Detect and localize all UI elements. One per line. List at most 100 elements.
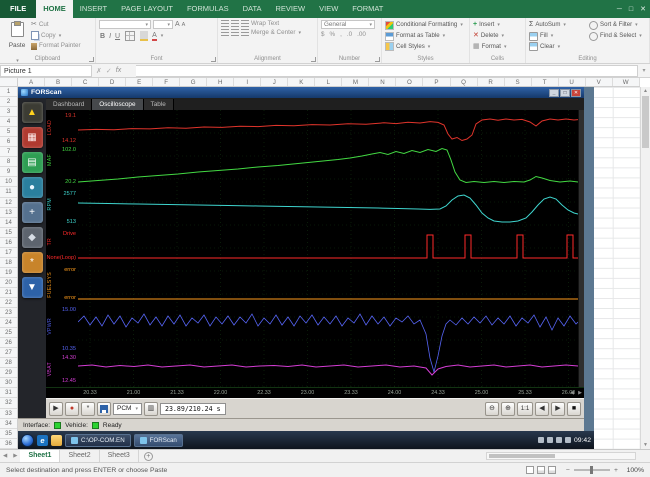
ribbon-tab-formulas[interactable]: FORMULAS — [180, 0, 236, 18]
ribbon-tab-home[interactable]: HOME — [36, 0, 73, 18]
percent-format-button[interactable]: % — [330, 31, 336, 38]
autosum-button[interactable]: ΣAutoSum▾ — [529, 20, 585, 31]
sidebar-service-icon[interactable]: + — [22, 202, 43, 223]
column-header-I[interactable]: I — [234, 78, 261, 86]
cut-button[interactable]: ✂Cut — [31, 20, 81, 31]
row-header-14[interactable]: 14 — [0, 218, 17, 228]
internet-explorer-icon[interactable]: e — [37, 435, 48, 446]
column-header-G[interactable]: G — [180, 78, 207, 86]
alignment-dialog-launcher[interactable] — [311, 57, 316, 62]
font-color-button[interactable]: A — [152, 32, 157, 41]
row-header-13[interactable]: 13 — [0, 208, 17, 218]
decrease-decimal-button[interactable]: .00 — [357, 31, 366, 38]
row-header-9[interactable]: 9 — [0, 167, 17, 177]
row-header-15[interactable]: 15 — [0, 228, 17, 238]
vertical-scrollbar[interactable]: ▲ ▼ — [640, 87, 650, 449]
forscan-minimize-button[interactable]: _ — [549, 89, 559, 97]
column-header-T[interactable]: T — [532, 78, 559, 86]
ribbon-tab-file[interactable]: FILE — [0, 0, 36, 18]
sidebar-connection-icon[interactable]: ▦ — [22, 127, 43, 148]
column-header-H[interactable]: H — [207, 78, 234, 86]
marker-button[interactable]: ▥ — [144, 402, 158, 416]
vertical-scrollbar-thumb[interactable] — [642, 96, 649, 148]
row-header-28[interactable]: 28 — [0, 358, 17, 368]
sheet-tab-sheet3[interactable]: Sheet3 — [100, 450, 139, 462]
sidebar-update-icon[interactable]: ▼ — [22, 277, 43, 298]
row-header-25[interactable]: 25 — [0, 328, 17, 338]
play-button[interactable]: ▶ — [49, 402, 63, 416]
sheet-tab-sheet1[interactable]: Sheet1 — [20, 450, 60, 462]
enter-formula-button[interactable]: ✓ — [106, 67, 112, 75]
font-dialog-launcher[interactable] — [211, 57, 216, 62]
cell-styles-button[interactable]: Cell Styles▾ — [385, 42, 466, 53]
row-header-26[interactable]: 26 — [0, 338, 17, 348]
column-header-P[interactable]: P — [423, 78, 450, 86]
ribbon-tab-insert[interactable]: INSERT — [73, 0, 114, 18]
column-header-F[interactable]: F — [153, 78, 180, 86]
name-box[interactable]: Picture 1 — [0, 65, 92, 77]
row-header-18[interactable]: 18 — [0, 258, 17, 268]
normal-view-button[interactable] — [526, 466, 534, 474]
increase-decimal-button[interactable]: .0 — [347, 31, 352, 38]
row-header-12[interactable]: 12 — [0, 198, 17, 208]
column-header-M[interactable]: M — [342, 78, 369, 86]
column-header-D[interactable]: D — [99, 78, 126, 86]
tray-icon[interactable] — [565, 437, 571, 443]
ribbon-tab-format[interactable]: FORMAT — [345, 0, 390, 18]
align-center-button[interactable] — [231, 29, 239, 36]
row-header-27[interactable]: 27 — [0, 348, 17, 358]
forscan-tab-dashboard[interactable]: Dashboard — [46, 99, 92, 110]
pan-left-button[interactable]: ◀ — [535, 402, 549, 416]
horizontal-scrollbar-thumb[interactable] — [489, 454, 555, 458]
conditional-formatting-button[interactable]: Conditional Formatting▾ — [385, 20, 466, 31]
expand-formula-bar-button[interactable]: ▾ — [638, 67, 650, 74]
insert-function-button[interactable]: fx — [116, 67, 121, 74]
format-as-table-button[interactable]: Format as Table▾ — [385, 31, 466, 42]
align-right-button[interactable] — [241, 29, 249, 36]
row-header-10[interactable]: 10 — [0, 177, 17, 187]
zoom-reset-button[interactable]: 1:1 — [517, 402, 533, 416]
row-header-36[interactable]: 36 — [0, 439, 17, 449]
column-header-S[interactable]: S — [505, 78, 532, 86]
horizontal-scrollbar[interactable] — [486, 452, 636, 460]
borders-button[interactable] — [125, 31, 135, 41]
page-break-view-button[interactable] — [548, 466, 556, 474]
column-header-W[interactable]: W — [613, 78, 640, 86]
row-header-31[interactable]: 31 — [0, 388, 17, 398]
column-header-U[interactable]: U — [559, 78, 586, 86]
sidebar-live-data-icon[interactable]: ▤ — [22, 152, 43, 173]
explorer-folder-icon[interactable] — [51, 435, 62, 446]
tray-icon[interactable] — [556, 437, 562, 443]
restore-button[interactable]: □ — [629, 6, 633, 13]
sidebar-gauges-icon[interactable]: ● — [22, 177, 43, 198]
sheet-nav-left-icon[interactable]: ◀ — [0, 453, 10, 459]
row-header-8[interactable]: 8 — [0, 157, 17, 167]
column-header-C[interactable]: C — [72, 78, 99, 86]
align-top-button[interactable] — [221, 20, 229, 27]
align-middle-button[interactable] — [231, 20, 239, 27]
start-button[interactable] — [21, 434, 34, 447]
column-header-K[interactable]: K — [288, 78, 315, 86]
column-header-J[interactable]: J — [261, 78, 288, 86]
grow-font-button[interactable]: A — [175, 21, 180, 28]
row-header-29[interactable]: 29 — [0, 368, 17, 378]
tray-icon[interactable] — [538, 437, 544, 443]
row-header-22[interactable]: 22 — [0, 298, 17, 308]
zoom-slider-thumb[interactable] — [590, 466, 593, 474]
align-bottom-button[interactable] — [241, 20, 249, 27]
tray-icon[interactable] — [547, 437, 553, 443]
column-header-N[interactable]: N — [369, 78, 396, 86]
column-header-L[interactable]: L — [315, 78, 342, 86]
number-dialog-launcher[interactable] — [375, 57, 380, 62]
font-size-combo[interactable]: ▾ — [153, 20, 173, 29]
merge-center-button[interactable]: Merge & Center — [251, 29, 295, 36]
scope-plot[interactable] — [78, 110, 578, 387]
ribbon-tab-view[interactable]: VIEW — [312, 0, 345, 18]
page-layout-view-button[interactable] — [537, 466, 545, 474]
ribbon-tab-review[interactable]: REVIEW — [269, 0, 313, 18]
taskbar-button-forscan[interactable]: FORScan — [134, 434, 183, 447]
row-header-3[interactable]: 3 — [0, 107, 17, 117]
column-header-E[interactable]: E — [126, 78, 153, 86]
pan-right-button[interactable]: ▶ — [551, 402, 565, 416]
select-all-corner[interactable] — [0, 78, 18, 87]
